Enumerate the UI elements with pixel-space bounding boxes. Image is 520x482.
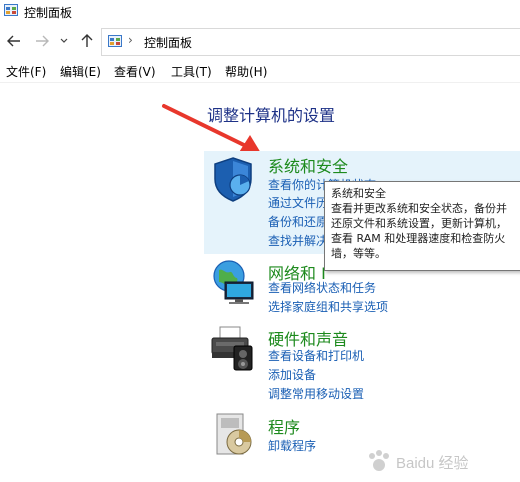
globe-network-icon[interactable] — [209, 258, 257, 306]
category-system-security-title[interactable]: 系统和安全 — [268, 153, 348, 177]
category-programs-title[interactable]: 程序 — [268, 414, 300, 438]
breadcrumb-separator: › — [128, 33, 133, 47]
link-file-history[interactable]: 通过文件历 — [268, 194, 328, 211]
link-backup-restore[interactable]: 备份和还原 — [268, 213, 328, 230]
menu-help[interactable]: 帮助(H) — [225, 63, 267, 80]
link-network-status[interactable]: 查看网络状态和任务 — [268, 279, 376, 296]
navigation-bar: › 控制面板 — [0, 24, 520, 58]
link-homegroup-sharing[interactable]: 选择家庭组和共享选项 — [268, 298, 388, 315]
link-mobility-settings[interactable]: 调整常用移动设置 — [268, 385, 364, 402]
tooltip-line: 墙，等等。 — [331, 247, 386, 260]
link-uninstall-program[interactable]: 卸载程序 — [268, 437, 316, 454]
shield-icon[interactable] — [209, 155, 257, 203]
link-add-device[interactable]: 添加设备 — [268, 366, 316, 383]
baidu-watermark-logo: Baidu 经验 — [369, 450, 469, 472]
up-button[interactable] — [79, 33, 95, 49]
breadcrumb-control-panel[interactable]: 控制面板 — [144, 34, 192, 51]
menu-tools[interactable]: 工具(T) — [171, 63, 212, 80]
window-title: 控制面板 — [24, 6, 73, 20]
link-troubleshoot[interactable]: 查找并解决 — [268, 232, 328, 249]
link-devices-printers[interactable]: 查看设备和打印机 — [268, 347, 364, 364]
tooltip-line: 查看并更改系统和安全状态，备份并 — [331, 202, 507, 215]
printer-icon[interactable] — [208, 324, 256, 372]
svg-text:Baidu 经验: Baidu 经验 — [396, 455, 469, 472]
title-bar: 控制面板 — [0, 0, 520, 24]
recent-locations-button[interactable] — [58, 33, 70, 49]
back-button[interactable] — [6, 33, 22, 49]
programs-disc-icon[interactable] — [211, 410, 259, 458]
forward-button[interactable] — [34, 33, 50, 49]
control-panel-icon — [4, 4, 18, 16]
arrow-up-icon — [81, 34, 93, 47]
arrow-left-icon — [7, 35, 20, 47]
tooltip-line: 还原文件和系统设置，更新计算机， — [331, 217, 507, 230]
arrow-right-icon — [36, 35, 49, 47]
menu-edit[interactable]: 编辑(E) — [60, 63, 101, 80]
tooltip-line: 查看 RAM 和处理器速度和检查防火 — [331, 232, 506, 245]
tooltip: 系统和安全 查看并更改系统和安全状态，备份并 还原文件和系统设置，更新计算机， … — [324, 181, 520, 271]
tooltip-title: 系统和安全 — [331, 187, 386, 200]
menu-file[interactable]: 文件(F) — [6, 63, 46, 80]
menu-bar: 文件(F) 编辑(E) 查看(V) 工具(T) 帮助(H) — [0, 58, 520, 83]
control-panel-icon — [108, 35, 122, 47]
chevron-down-icon — [60, 38, 68, 43]
address-bar[interactable]: › 控制面板 — [101, 28, 520, 56]
menu-view[interactable]: 查看(V) — [114, 63, 156, 80]
